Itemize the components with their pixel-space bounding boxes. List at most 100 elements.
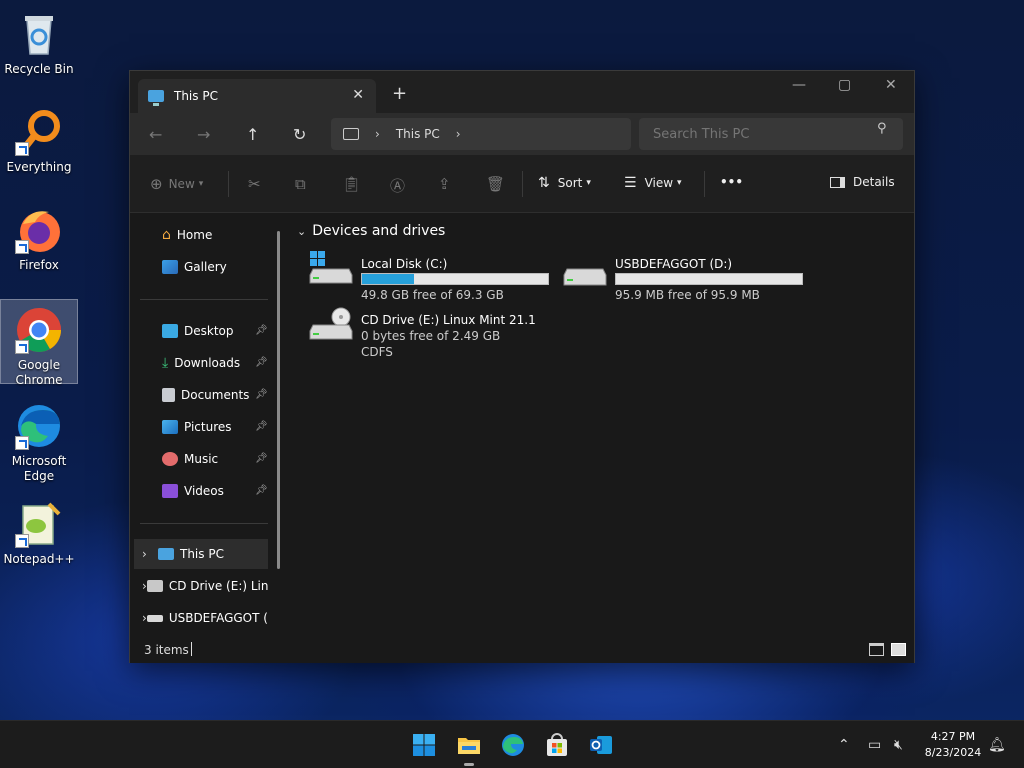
sidebar-item-videos[interactable]: Videos <box>162 479 224 503</box>
start-windows-icon[interactable] <box>412 733 436 757</box>
title-bar[interactable]: This PC ✕ + — ▢ ✕ <box>130 71 914 113</box>
rename-icon[interactable]: Ⓐ <box>390 175 405 196</box>
outlook-icon[interactable] <box>589 733 613 757</box>
sidebar-item-home[interactable]: ⌂ Home <box>162 223 212 247</box>
sort-label: Sort <box>557 176 583 190</box>
minimize-button[interactable]: — <box>792 77 806 93</box>
sidebar-item-label: Gallery <box>184 260 227 274</box>
search-icon[interactable]: ⚲ <box>877 121 900 136</box>
details-view-icon[interactable] <box>869 643 884 656</box>
address-bar-row: ← → ↑ ↻ › This PC › ⚲ <box>130 113 914 155</box>
sidebar-item-desktop[interactable]: Desktop <box>162 319 234 343</box>
chevron-right-icon[interactable]: › <box>134 611 147 625</box>
show-hidden-icons-chevron-up-icon[interactable]: ⌃ <box>838 737 850 753</box>
toolbar-separator <box>704 171 705 197</box>
sort-button[interactable]: ⇅ Sort ▾ <box>538 175 591 191</box>
clock-date: 8/23/2024 <box>924 746 982 759</box>
paste-icon[interactable]: 📋︎ <box>342 175 361 193</box>
close-window-button[interactable]: ✕ <box>885 77 897 93</box>
group-title: Devices and drives <box>312 223 446 239</box>
new-tab-button[interactable]: + <box>392 83 407 104</box>
sidebar-item-downloads[interactable]: ⤓ Downloads <box>162 351 240 375</box>
sidebar-item-music[interactable]: Music <box>162 447 218 471</box>
large-icons-view-icon[interactable] <box>891 643 906 656</box>
sidebar-item-pictures[interactable]: Pictures <box>162 415 232 439</box>
file-explorer-icon[interactable] <box>457 733 481 757</box>
details-label: Details <box>853 175 895 189</box>
chevron-down-icon: ▾ <box>677 178 682 188</box>
system-clock[interactable]: 4:27 PM 8/23/2024 <box>920 729 986 761</box>
drive-item-d[interactable]: USBDEFAGGOT (D:) 95.9 MB free of 95.9 MB <box>555 257 805 307</box>
pin-icon[interactable]: 📌︎ <box>255 453 268 464</box>
computer-icon <box>148 90 164 106</box>
pin-icon[interactable]: 📌︎ <box>255 389 268 400</box>
tab-this-pc[interactable]: This PC ✕ <box>138 79 376 113</box>
usb-drive-icon <box>146 614 163 622</box>
desktop-icon-firefox[interactable]: Firefox <box>0 200 78 273</box>
notification-bell-icon[interactable]: 🔔︎ <box>988 737 1006 753</box>
new-button[interactable]: ⊕ New ▾ <box>150 175 203 193</box>
pin-icon[interactable]: 📌︎ <box>255 357 268 368</box>
close-tab-icon[interactable]: ✕ <box>352 87 364 103</box>
group-header-devices[interactable]: ⌄ Devices and drives <box>297 223 445 239</box>
sidebar-item-label: Downloads <box>174 356 241 370</box>
shortcut-arrow-icon <box>15 142 29 156</box>
refresh-button[interactable]: ↻ <box>293 125 306 144</box>
desktop-icon-notepad-plus-plus[interactable]: Notepad++ <box>0 494 78 567</box>
view-button[interactable]: ☰ View ▾ <box>624 175 682 191</box>
breadcrumb-this-pc[interactable]: This PC <box>396 127 440 141</box>
up-button[interactable]: ↑ <box>246 125 259 144</box>
edge-icon[interactable] <box>501 733 525 757</box>
chevron-right-icon[interactable]: › <box>134 547 158 561</box>
search-input[interactable] <box>639 118 903 150</box>
volume-muted-icon[interactable]: 🔇︎ <box>894 737 903 753</box>
chevron-right-icon[interactable]: › <box>375 127 380 141</box>
drive-item-e[interactable]: CD Drive (E:) Linux Mint 21.1 0 bytes fr… <box>301 307 551 377</box>
chevron-right-icon[interactable]: › <box>456 127 461 141</box>
item-count: 3 items <box>144 643 189 657</box>
sidebar-scrollbar[interactable] <box>277 231 280 569</box>
pin-icon[interactable]: 📌︎ <box>255 325 268 336</box>
maximize-button[interactable]: ▢ <box>838 77 851 93</box>
sidebar-item-label: USBDEFAGGOT (D:) <box>168 611 268 625</box>
network-icon[interactable]: ▭ <box>868 737 881 753</box>
sidebar-item-documents[interactable]: Documents <box>162 383 249 407</box>
sidebar-item-this-pc[interactable]: › This PC <box>134 539 268 569</box>
back-button[interactable]: ← <box>149 125 162 144</box>
delete-icon[interactable]: 🗑︎ <box>486 175 505 193</box>
drive-usage-bar <box>615 273 803 285</box>
sidebar-item-cd-drive[interactable]: › CD Drive (E:) Linux Mint 21.1 <box>134 571 268 601</box>
microsoft-store-icon[interactable] <box>545 733 569 757</box>
shortcut-arrow-icon <box>15 436 29 450</box>
sidebar-item-label: Videos <box>184 484 224 498</box>
computer-icon <box>158 548 174 560</box>
desktop-icon-recycle-bin[interactable]: Recycle Bin <box>0 4 78 77</box>
desktop-icon-label: Everything <box>6 160 72 174</box>
desktop-icon-google-chrome[interactable]: Google Chrome <box>0 299 78 387</box>
view-list-icon: ☰ <box>624 175 637 191</box>
details-button[interactable]: Details <box>830 175 895 189</box>
pin-icon[interactable]: 📌︎ <box>255 421 268 432</box>
pin-icon[interactable]: 📌︎ <box>255 485 268 496</box>
file-explorer-window: This PC ✕ + — ▢ ✕ ← → ↑ ↻ › This PC › ⚲ … <box>129 70 915 663</box>
copy-icon[interactable]: ⧉ <box>295 175 306 193</box>
toolbar-separator <box>228 171 229 197</box>
chevron-right-icon[interactable]: › <box>134 579 147 593</box>
address-field[interactable]: › This PC › <box>331 118 631 150</box>
shortcut-arrow-icon <box>15 240 29 254</box>
sidebar-item-label: Documents <box>181 388 250 402</box>
share-icon[interactable]: ⇪ <box>438 175 451 193</box>
more-options-button[interactable]: ••• <box>720 175 743 189</box>
drive-item-c[interactable]: Local Disk (C:) 49.8 GB free of 69.3 GB <box>301 251 551 307</box>
desktop-icon-everything[interactable]: Everything <box>0 102 78 175</box>
view-label: View <box>644 176 674 190</box>
sidebar-item-usb-drive[interactable]: › USBDEFAGGOT (D:) <box>134 603 268 633</box>
sidebar-item-gallery[interactable]: Gallery <box>162 255 227 279</box>
forward-button[interactable]: → <box>197 125 210 144</box>
desktop-icon-microsoft-edge[interactable]: Microsoft Edge <box>0 396 78 484</box>
details-pane-icon <box>830 176 845 188</box>
usb-drive-icon <box>563 268 607 286</box>
monitor-icon <box>343 128 359 140</box>
cut-icon[interactable]: ✂ <box>248 175 261 193</box>
desktop-icon-label: Google Chrome <box>15 358 63 387</box>
